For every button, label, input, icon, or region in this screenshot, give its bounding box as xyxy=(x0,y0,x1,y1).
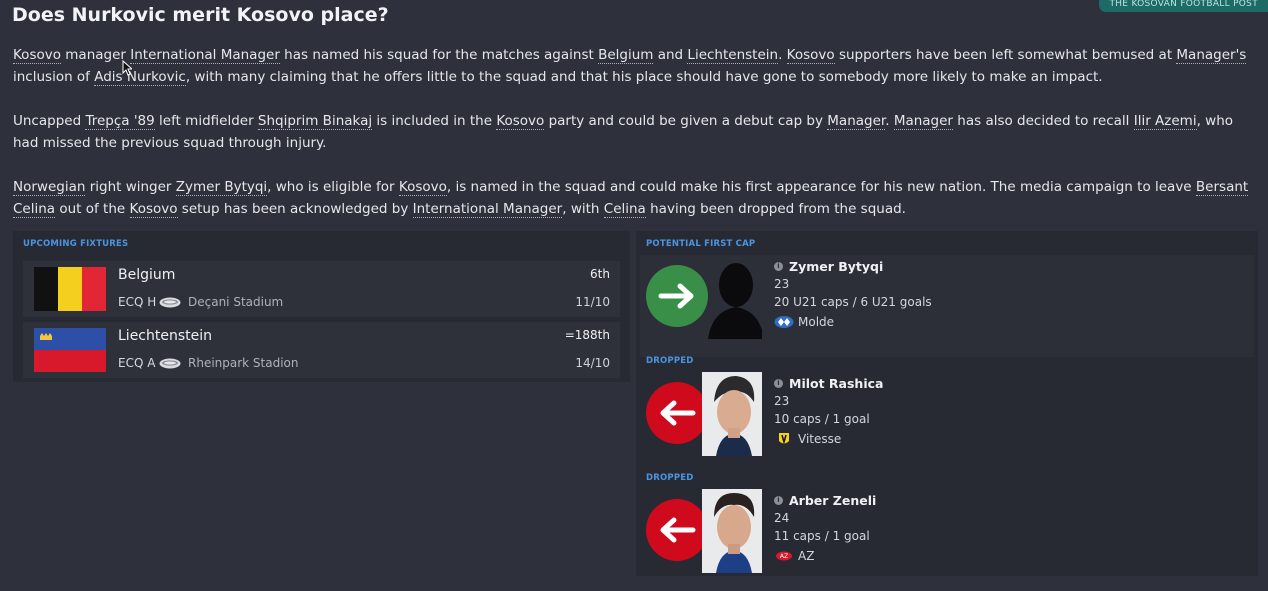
article-text: and xyxy=(653,47,688,63)
article-text: , is named in the squad and could make h… xyxy=(446,179,1196,195)
article-link[interactable]: Manager xyxy=(893,113,953,130)
fixture-date: 11/10 xyxy=(575,295,610,309)
player-name[interactable]: Milot Rashica xyxy=(789,376,883,391)
article-link[interactable]: Belgium xyxy=(598,47,654,64)
mouse-cursor-icon xyxy=(122,60,132,76)
player-section-heading: DROPPED xyxy=(646,473,694,483)
article-text: , with many claiming that he offers litt… xyxy=(185,69,1103,85)
article-link[interactable]: Shqiprim Binakaj xyxy=(257,113,373,130)
article-link[interactable]: Kosovo xyxy=(129,201,178,218)
article-text: , with xyxy=(562,201,604,217)
info-icon[interactable]: i xyxy=(774,379,783,388)
player-club[interactable]: AZ xyxy=(798,549,814,563)
svg-text:AZ: AZ xyxy=(780,553,788,560)
fixture-competition: ECQ A xyxy=(118,356,156,370)
article-link[interactable]: Trepça '89 xyxy=(85,113,155,130)
article-text: has also decided to recall xyxy=(953,113,1134,129)
player-name[interactable]: Zymer Bytyqi xyxy=(789,259,883,274)
vitesse-crest-icon xyxy=(779,433,789,445)
fixture-rank: =188th xyxy=(564,328,610,342)
player-age: 23 xyxy=(774,394,790,408)
player-section-heading: DROPPED xyxy=(646,356,694,366)
player-club[interactable]: Vitesse xyxy=(798,432,841,446)
article-link[interactable]: Kosovo xyxy=(13,47,61,64)
player-card[interactable]: i Milot Rashica 23 10 caps / 1 goal Vite… xyxy=(640,372,1254,474)
stadium-icon xyxy=(159,358,181,369)
article-link[interactable]: Kosovo xyxy=(398,179,447,196)
player-caps: 10 caps / 1 goal xyxy=(774,412,870,426)
article-link[interactable]: Zymer Bytyqi xyxy=(175,179,268,196)
fixture-rank: 6th xyxy=(590,267,610,281)
arrow-right-icon xyxy=(646,265,708,327)
belgium-flag-icon xyxy=(34,267,106,311)
article-link[interactable]: Norwegian xyxy=(13,179,86,196)
article-text: , who is eligible for xyxy=(267,179,399,195)
player-card[interactable]: i Zymer Bytyqi 23 20 U21 caps / 6 U21 go… xyxy=(640,255,1254,357)
page-title: Does Nurkovic merit Kosovo place? xyxy=(12,4,389,26)
arrow-left-icon xyxy=(646,382,708,444)
player-caps: 11 caps / 1 goal xyxy=(774,529,870,543)
article-link[interactable]: Manager's xyxy=(1176,47,1247,64)
player-silhouette-icon xyxy=(708,263,762,339)
paragraph-3: Norwegian right winger Zymer Bytyqi, who… xyxy=(13,176,1258,220)
article-text: party and could be given a debut cap by xyxy=(544,113,828,129)
molde-crest-icon xyxy=(774,316,794,328)
fixture-row[interactable]: Belgium 6th ECQ H Deçani Stadium 11/10 xyxy=(23,261,620,317)
article-body: Kosovo manager International Manager has… xyxy=(13,44,1258,242)
article-text: inclusion of xyxy=(13,69,95,85)
player-club[interactable]: Molde xyxy=(798,315,834,329)
info-icon[interactable]: i xyxy=(774,496,783,505)
fixtures-heading: UPCOMING FIXTURES xyxy=(23,239,129,249)
fixture-team[interactable]: Liechtenstein xyxy=(118,328,212,344)
fixture-team[interactable]: Belgium xyxy=(118,267,175,283)
article-link[interactable]: Ilir Azemi xyxy=(1133,113,1197,130)
article-link[interactable]: International Manager xyxy=(130,47,280,64)
player-section-heading: POTENTIAL FIRST CAP xyxy=(646,239,756,249)
fixture-date: 14/10 xyxy=(575,356,610,370)
article-text: right winger xyxy=(85,179,176,195)
player-photo xyxy=(702,372,762,456)
info-icon[interactable]: i xyxy=(774,262,783,271)
article-text: is included in the xyxy=(372,113,497,129)
article-link[interactable]: Adis Nurkovic xyxy=(94,69,186,86)
article-text: . xyxy=(778,47,787,63)
paragraph-2: Uncapped Trepça '89 left midfielder Shqi… xyxy=(13,110,1258,154)
player-age: 24 xyxy=(774,511,790,525)
article-text: has named his squad for the matches agai… xyxy=(279,47,599,63)
article-link[interactable]: Kosovo xyxy=(786,47,835,64)
paragraph-1: Kosovo manager International Manager has… xyxy=(13,44,1258,88)
fixture-row[interactable]: Liechtenstein =188th ECQ A Rheinpark Sta… xyxy=(23,322,620,378)
article-link[interactable]: Kosovo xyxy=(496,113,545,130)
article-link[interactable]: Celina xyxy=(603,201,646,218)
article-text: out of the xyxy=(55,201,130,217)
az-crest-icon: AZ xyxy=(776,551,792,561)
player-name[interactable]: Arber Zeneli xyxy=(789,493,876,508)
article-text: Uncapped xyxy=(13,113,86,129)
player-photo xyxy=(702,489,762,573)
fixture-venue: Deçani Stadium xyxy=(188,295,284,309)
liechtenstein-flag-icon xyxy=(34,328,106,372)
article-link[interactable]: Manager xyxy=(827,113,886,130)
player-age: 23 xyxy=(774,277,790,291)
fixture-competition: ECQ H xyxy=(118,295,157,309)
article-text: . xyxy=(885,113,894,129)
squad-changes-panel: POTENTIAL FIRST CAP i Zymer Bytyqi 23 20… xyxy=(636,231,1258,576)
fixture-venue: Rheinpark Stadion xyxy=(188,356,299,370)
article-text: setup has been acknowledged by xyxy=(177,201,413,217)
article-text: manager xyxy=(60,47,131,63)
article-text: supporters have been left somewhat bemus… xyxy=(834,47,1177,63)
player-card[interactable]: i Arber Zeneli 24 11 caps / 1 goal AZ AZ xyxy=(640,489,1254,591)
source-badge: THE KOSOVAN FOOTBALL POST xyxy=(1099,0,1268,12)
stadium-icon xyxy=(159,297,181,308)
article-text: left midfielder xyxy=(154,113,258,129)
article-link[interactable]: Liechtenstein xyxy=(687,47,779,64)
article-link[interactable]: International Manager xyxy=(412,201,563,218)
upcoming-fixtures-panel: UPCOMING FIXTURES Belgium 6th ECQ H Deça… xyxy=(13,231,630,382)
arrow-left-icon xyxy=(646,499,708,561)
article-text: having been dropped from the squad. xyxy=(645,201,906,217)
player-caps: 20 U21 caps / 6 U21 goals xyxy=(774,295,932,309)
